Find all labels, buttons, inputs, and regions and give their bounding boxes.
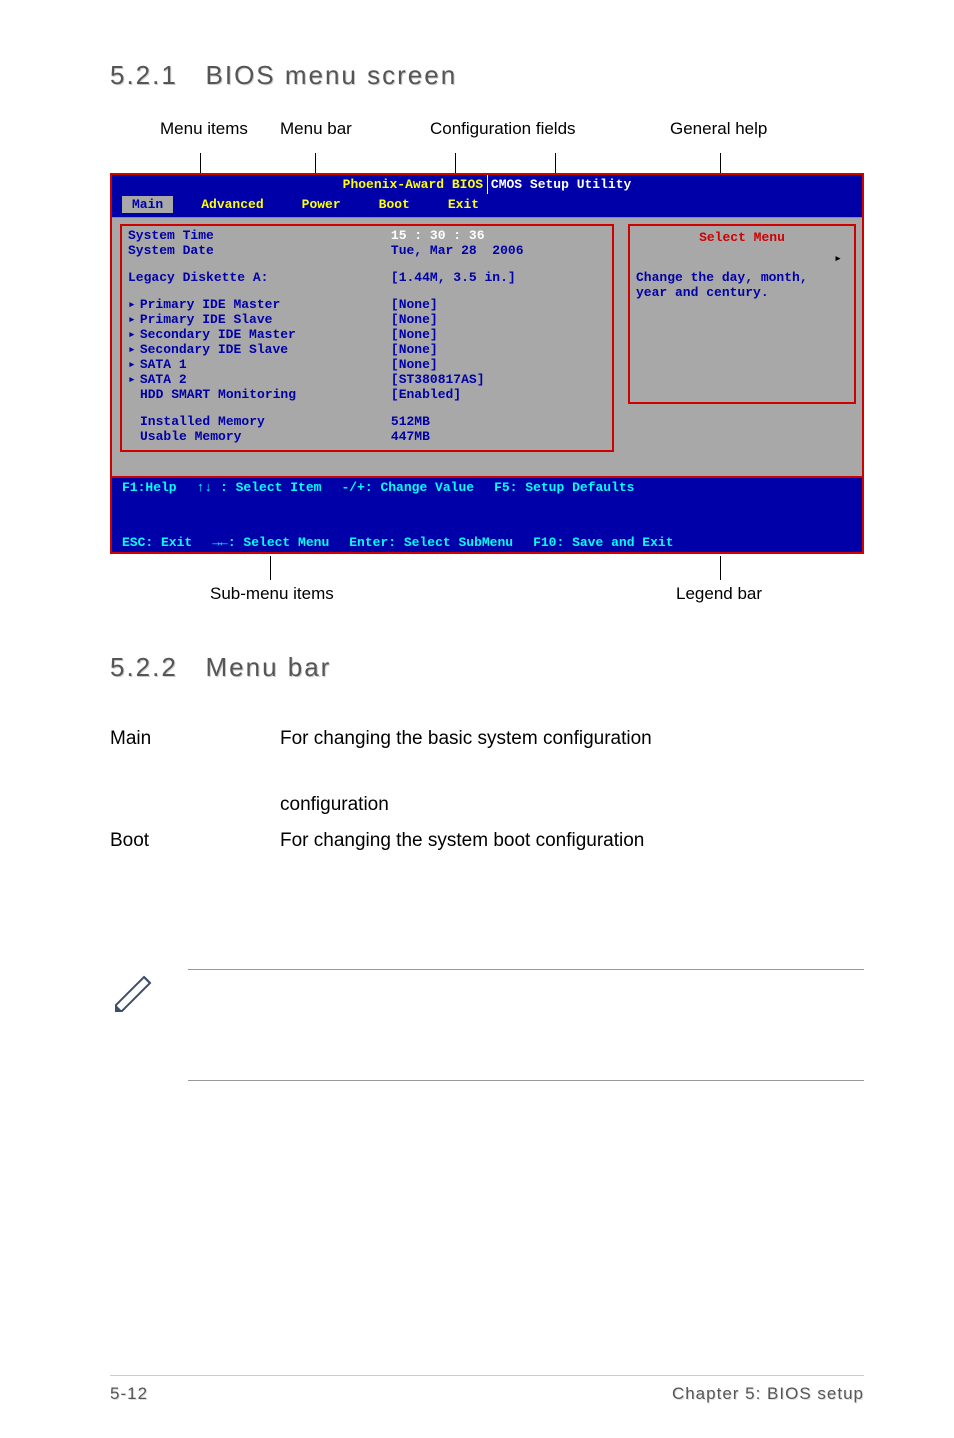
label-sata-1: ▸SATA 1 bbox=[128, 357, 391, 372]
label-installed-memory: Installed Memory bbox=[128, 414, 391, 429]
note-block bbox=[110, 969, 864, 1081]
submenu-arrow-icon: ▸ bbox=[128, 357, 136, 372]
desc-boot-key: Boot bbox=[110, 823, 280, 859]
bios-title-right: CMOS Setup Utility bbox=[483, 177, 631, 192]
tab-boot[interactable]: Boot bbox=[369, 196, 420, 213]
value-sata-2[interactable]: [ST380817AS] bbox=[391, 372, 606, 387]
tab-advanced[interactable]: Advanced bbox=[191, 196, 273, 213]
footer-page-number: 5-12 bbox=[110, 1384, 148, 1404]
tab-main[interactable]: Main bbox=[122, 196, 173, 213]
legend-f10-save: F10: Save and Exit bbox=[533, 535, 673, 550]
desc-config-line: configuration bbox=[280, 787, 864, 823]
label-secondary-ide-master: ▸Secondary IDE Master bbox=[128, 327, 391, 342]
bottom-callouts: Sub-menu items Legend bar bbox=[110, 556, 864, 612]
tab-exit[interactable]: Exit bbox=[438, 196, 489, 213]
bios-title-left: Phoenix-Award BIOS bbox=[343, 177, 483, 192]
submenu-arrow-icon: ▸ bbox=[128, 372, 136, 387]
value-legacy-diskette[interactable]: [1.44M, 3.5 in.] bbox=[391, 270, 606, 285]
section-name: BIOS menu screen bbox=[206, 60, 458, 90]
value-primary-ide-master[interactable]: [None] bbox=[391, 297, 606, 312]
bios-title-bar: Phoenix-Award BIOS CMOS Setup Utility bbox=[112, 175, 862, 194]
section-name-2: Menu bar bbox=[206, 652, 332, 682]
callout-config-fields: Configuration fields bbox=[430, 119, 576, 139]
value-primary-ide-slave[interactable]: [None] bbox=[391, 312, 606, 327]
value-system-date[interactable]: Tue, Mar 28 2006 bbox=[391, 243, 606, 258]
section-number: 5.2.1 bbox=[110, 60, 178, 90]
desc-main-value: For changing the basic system configurat… bbox=[280, 721, 864, 757]
label-primary-ide-master: ▸Primary IDE Master bbox=[128, 297, 391, 312]
note-lines bbox=[188, 969, 864, 1081]
desc-main-key: Main bbox=[110, 721, 280, 757]
value-system-time[interactable]: 15 : 30 : 36 bbox=[391, 228, 606, 243]
label-hdd-smart: HDD SMART Monitoring bbox=[128, 387, 391, 402]
section-5-2-2-title: 5.2.2 Menu bar bbox=[110, 652, 864, 683]
label-legacy-diskette: Legacy Diskette A: bbox=[128, 270, 391, 285]
value-secondary-ide-master[interactable]: [None] bbox=[391, 327, 606, 342]
legend-f1-help: F1:Help bbox=[122, 480, 177, 495]
footer-chapter: Chapter 5: BIOS setup bbox=[672, 1384, 864, 1404]
legend-select-menu: →←: Select Menu bbox=[212, 535, 329, 550]
value-secondary-ide-slave[interactable]: [None] bbox=[391, 342, 606, 357]
pencil-icon bbox=[110, 969, 158, 1022]
general-help-box: Select Menu ▸ Change the day, month, yea… bbox=[628, 224, 856, 404]
submenu-arrow-icon: ▸ bbox=[128, 297, 136, 312]
value-sata-1[interactable]: [None] bbox=[391, 357, 606, 372]
label-system-time: System Time bbox=[128, 228, 391, 243]
section-5-2-1-title: 5.2.1 BIOS menu screen bbox=[110, 60, 864, 91]
callout-sub-menu-items: Sub-menu items bbox=[210, 584, 334, 604]
help-text-line-1: Change the day, month, bbox=[636, 270, 848, 285]
submenu-arrow-icon: ▸ bbox=[128, 342, 136, 357]
value-hdd-smart[interactable]: [Enabled] bbox=[391, 387, 606, 402]
callout-legend-bar: Legend bar bbox=[676, 584, 762, 604]
submenu-arrow-icon: ▸ bbox=[128, 327, 136, 342]
top-callout-row: Menu items Menu bar Configuration fields… bbox=[140, 119, 864, 147]
config-fields-box: System Time15 : 30 : 36 System DateTue, … bbox=[120, 224, 614, 452]
right-arrow-icon: ▸ bbox=[636, 251, 848, 266]
label-sata-2: ▸SATA 2 bbox=[128, 372, 391, 387]
bios-menu-bar: Main Advanced Power Boot Exit bbox=[112, 194, 862, 217]
label-primary-ide-slave: ▸Primary IDE Slave bbox=[128, 312, 391, 327]
menu-bar-description-table: Main For changing the basic system confi… bbox=[110, 721, 864, 859]
label-system-date: System Date bbox=[128, 243, 391, 258]
legend-enter-submenu: Enter: Select SubMenu bbox=[349, 535, 513, 550]
select-menu-title: Select Menu bbox=[636, 230, 848, 245]
legend-bar: F1:Help ↑↓ : Select Item -/+: Change Val… bbox=[112, 476, 862, 552]
callout-menu-bar: Menu bar bbox=[280, 119, 352, 139]
bios-screen: Phoenix-Award BIOS CMOS Setup Utility Ma… bbox=[110, 173, 864, 554]
page-footer: 5-12 Chapter 5: BIOS setup bbox=[110, 1375, 864, 1404]
tab-power[interactable]: Power bbox=[292, 196, 351, 213]
label-secondary-ide-slave: ▸Secondary IDE Slave bbox=[128, 342, 391, 357]
desc-boot-value: For changing the system boot configurati… bbox=[280, 823, 864, 859]
legend-select-item: ↑↓ : Select Item bbox=[197, 480, 322, 495]
legend-f5-defaults: F5: Setup Defaults bbox=[494, 480, 634, 495]
legend-esc-exit: ESC: Exit bbox=[122, 535, 192, 550]
legend-change-value: -/+: Change Value bbox=[341, 480, 474, 495]
value-usable-memory: 447MB bbox=[391, 429, 606, 444]
submenu-arrow-icon: ▸ bbox=[128, 312, 136, 327]
section-number-2: 5.2.2 bbox=[110, 652, 178, 682]
label-usable-memory: Usable Memory bbox=[128, 429, 391, 444]
callout-menu-items: Menu items bbox=[160, 119, 248, 139]
help-text-line-2: year and century. bbox=[636, 285, 848, 300]
callout-general-help: General help bbox=[670, 119, 767, 139]
value-installed-memory: 512MB bbox=[391, 414, 606, 429]
